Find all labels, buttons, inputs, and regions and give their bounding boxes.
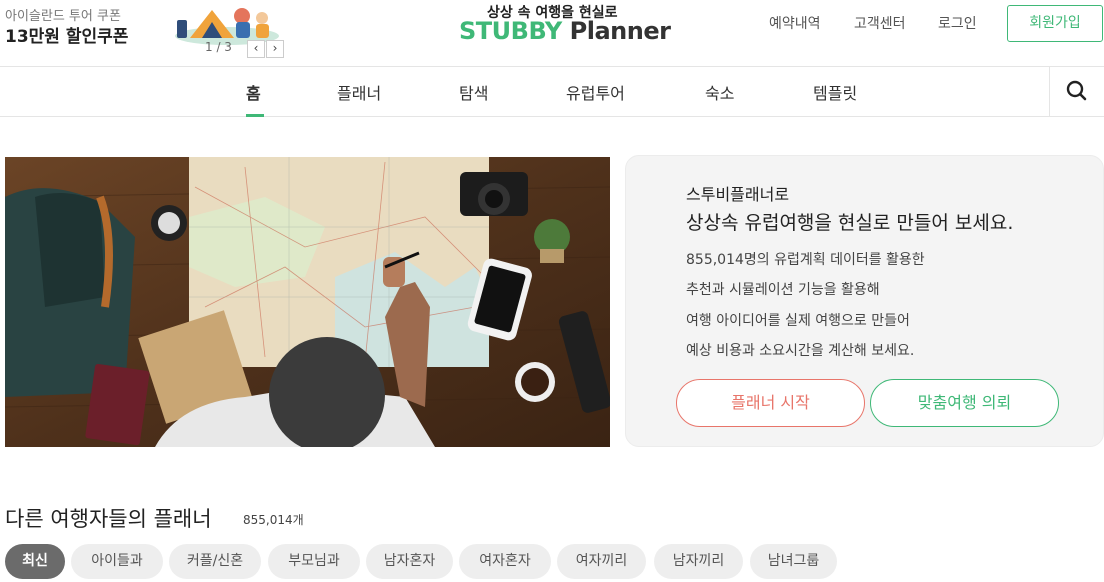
top-header: 아이슬란드 투어 쿠폰 13만원 할인쿠폰 1 / 3 ‹ › 상상 속 여행을… — [0, 0, 1104, 66]
hero-bullet: 855,014명의 유럽계획 데이터를 활용한 — [686, 252, 925, 268]
customer-center-link[interactable]: 고객센터 — [854, 13, 906, 33]
nav-template[interactable]: 템플릿 — [813, 80, 857, 104]
hero-image — [5, 157, 610, 447]
main-nav: 홈 플래너 탐색 유럽투어 숙소 템플릿 — [0, 66, 1104, 117]
filter-chip-woman-solo[interactable]: 여자혼자 — [459, 544, 551, 579]
hero-headline: 상상속 유럽여행을 현실로 만들어 보세요. — [686, 212, 1014, 234]
filter-chip-with-kids[interactable]: 아이들과 — [71, 544, 163, 579]
planner-start-button[interactable]: 플래너 시작 — [676, 379, 865, 427]
section-title: 다른 여행자들의 플래너 — [5, 507, 212, 531]
logo-word-planner: Planner — [569, 17, 671, 45]
hero-line1: 스투비플래너로 — [686, 185, 790, 204]
nav-lodging[interactable]: 숙소 — [705, 80, 734, 104]
filter-chip-with-parents[interactable]: 부모님과 — [268, 544, 360, 579]
logo-word-stubby: STUBBY — [459, 17, 562, 45]
hero-bullet: 여행 아이디어를 실제 여행으로 만들어 — [686, 313, 910, 329]
search-button[interactable] — [1049, 67, 1104, 116]
nav-home[interactable]: 홈 — [246, 80, 261, 104]
custom-trip-request-button[interactable]: 맞춤여행 의뢰 — [870, 379, 1059, 427]
chevron-right-icon[interactable]: › — [266, 40, 284, 58]
logo[interactable]: STUBBY Planner — [459, 17, 671, 45]
nav-europe-tour[interactable]: 유럽투어 — [566, 80, 625, 104]
reservations-link[interactable]: 예약내역 — [769, 13, 821, 33]
hero-card: 스투비플래너로 상상속 유럽여행을 현실로 만들어 보세요. 855,014명의… — [625, 155, 1104, 447]
filter-chip-men-group[interactable]: 남자끼리 — [654, 544, 743, 579]
filter-chip-women-group[interactable]: 여자끼리 — [557, 544, 646, 579]
hero-bullet: 추천과 시뮬레이션 기능을 활용해 — [686, 282, 880, 298]
filter-chip-mixed-group[interactable]: 남녀그룹 — [750, 544, 837, 579]
login-link[interactable]: 로그인 — [938, 13, 977, 33]
nav-active-indicator — [246, 114, 264, 117]
filter-chip-latest[interactable]: 최신 — [5, 544, 65, 579]
nav-explore[interactable]: 탐색 — [459, 80, 488, 104]
promo-title[interactable]: 13만원 할인쿠폰 — [5, 22, 128, 47]
filter-chip-man-solo[interactable]: 남자혼자 — [366, 544, 453, 579]
nav-planner[interactable]: 플래너 — [337, 80, 381, 104]
chevron-left-icon[interactable]: ‹ — [247, 40, 265, 58]
planner-count: 855,014개 — [243, 513, 304, 527]
filter-chip-couple[interactable]: 커플/신혼 — [169, 544, 261, 579]
search-icon — [1066, 80, 1087, 101]
promo-counter: 1 / 3 — [205, 40, 232, 54]
signup-button[interactable]: 회원가입 — [1007, 5, 1103, 42]
hero-bullet: 예상 비용과 소요시간을 계산해 보세요. — [686, 343, 915, 359]
